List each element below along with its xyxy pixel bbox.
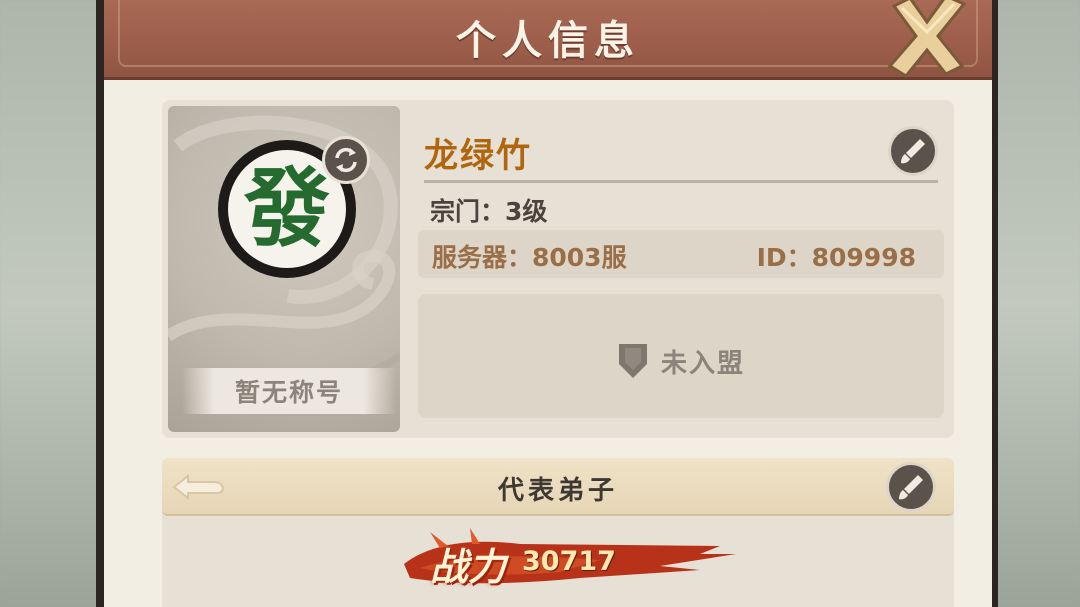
- info-card: 發 暂无称号 龙绿竹 宗门：3级 服务器：8003服 ID：809998 未入盟: [162, 100, 954, 438]
- edit-representative-button[interactable]: [886, 462, 936, 512]
- alliance-label: 未入盟: [660, 348, 745, 379]
- alliance-status: 未入盟: [418, 342, 944, 380]
- server-info: 服务器：8003服: [432, 243, 627, 272]
- name-divider: [424, 180, 938, 183]
- edit-name-button[interactable]: [888, 126, 938, 176]
- server-strip: 服务器：8003服 ID：809998: [418, 230, 944, 278]
- shield-icon: [618, 344, 647, 378]
- close-x-icon: [887, 0, 967, 78]
- title-badge-text: 暂无称号: [234, 378, 343, 407]
- background-left: [0, 0, 100, 607]
- brush-edit-icon: [899, 475, 923, 500]
- player-id: ID：809998: [756, 243, 916, 272]
- swap-arrows-icon: [335, 147, 357, 173]
- profile-panel: 个人信息 發 暂无称号 龙绿竹 宗门：3级 服务器：8003服 ID：80999…: [96, 0, 998, 607]
- page-title: 个人信息: [456, 18, 640, 64]
- player-name: 龙绿竹: [424, 136, 532, 176]
- swap-avatar-button[interactable]: [322, 136, 370, 184]
- close-button[interactable]: [884, 0, 970, 78]
- power-value: 30717: [522, 546, 616, 577]
- combat-power: 战力 30717: [400, 524, 740, 594]
- representative-title: 代表弟子: [497, 476, 618, 506]
- brush-edit-icon: [901, 139, 925, 164]
- representative-banner: 代表弟子: [162, 458, 954, 516]
- panel-header: 个人信息: [104, 0, 992, 80]
- power-label: 战力: [430, 544, 507, 589]
- sect-level: 宗门：3级: [430, 197, 548, 226]
- avatar-area: 發 暂无称号: [168, 106, 400, 432]
- alliance-box[interactable]: 未入盟: [418, 294, 944, 418]
- background-right: [990, 0, 1080, 607]
- title-badge: 暂无称号: [182, 368, 396, 414]
- representative-section: 代表弟子 战力 30717: [162, 458, 954, 607]
- avatar-glyph: 發: [244, 158, 330, 259]
